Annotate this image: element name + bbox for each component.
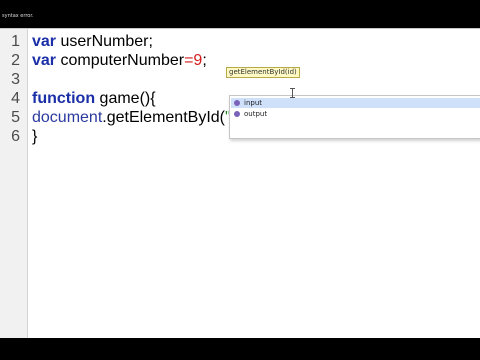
mouse-text-cursor-icon (290, 88, 295, 98)
autocomplete-item-label: input (244, 99, 263, 107)
code-text: .getElementById( (102, 109, 225, 126)
autocomplete-item[interactable]: output (231, 109, 480, 119)
code-text: game(){ (95, 90, 156, 107)
code-line-5[interactable]: document.getElementById("" (32, 108, 239, 127)
code-line-1[interactable]: var userNumber; (32, 32, 153, 51)
line-number: 2 (11, 52, 20, 69)
signature-tooltip: getElementById(id) (226, 67, 300, 78)
object-identifier: document (32, 109, 103, 126)
autocomplete-item-label: output (244, 110, 268, 118)
keyword: var (32, 33, 57, 50)
element-icon (234, 111, 240, 117)
number-literal: 9 (193, 52, 203, 69)
code-line-4[interactable]: function game(){ (32, 89, 156, 108)
title-bar: syntax error. (0, 0, 480, 28)
line-number: 5 (11, 109, 20, 126)
line-number: 1 (11, 33, 20, 50)
code-line-2[interactable]: var computerNumber=9; (32, 51, 207, 70)
keyword: function (32, 90, 96, 107)
keyword: var (32, 52, 57, 69)
element-icon (234, 100, 240, 106)
line-number: 3 (11, 71, 20, 88)
line-number: 6 (11, 128, 20, 145)
line-number: 4 (11, 90, 20, 107)
code-text: userNumber; (56, 33, 153, 50)
code-text: ; (202, 52, 207, 69)
bottom-bar (0, 338, 480, 360)
autocomplete-popup[interactable]: input output (229, 95, 480, 139)
autocomplete-item[interactable]: input (231, 98, 480, 108)
code-text: } (32, 128, 38, 145)
identifier: computerNumber (56, 52, 185, 69)
line-number-gutter: 1 2 3 4 5 6 (0, 29, 28, 339)
code-line-6[interactable]: } (32, 127, 37, 146)
title-bar-text: syntax error. (2, 13, 34, 19)
